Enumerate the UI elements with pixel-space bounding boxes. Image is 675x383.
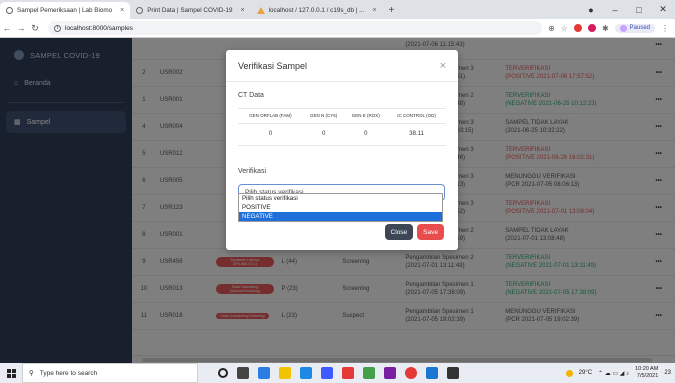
search-placeholder: Type here to search xyxy=(39,369,98,377)
vscode-icon[interactable] xyxy=(384,367,396,379)
extension-icon[interactable] xyxy=(587,24,596,32)
maximize-icon[interactable]: □ xyxy=(627,5,651,15)
profile-dot-icon[interactable]: ● xyxy=(579,5,603,15)
ct-data-label: CT Data xyxy=(238,92,264,99)
browser-tab-1[interactable]: Sampel Pemeriksaan | Lab Biomo × xyxy=(0,2,131,19)
task-view-icon[interactable] xyxy=(237,367,249,379)
globe-icon xyxy=(6,7,13,14)
browser-tab-bar: Sampel Pemeriksaan | Lab Biomo × Print D… xyxy=(0,0,675,19)
warning-icon xyxy=(256,7,265,14)
close-tab-icon[interactable]: × xyxy=(240,7,244,14)
date: 7/5/2021 xyxy=(636,373,659,379)
store-icon[interactable] xyxy=(300,367,312,379)
time: 10:20 AM xyxy=(635,366,659,372)
avatar xyxy=(619,24,627,32)
browser-toolbar-right: ⊕ ☆ ✱ Paused ⋮ xyxy=(548,23,675,33)
ct-data-table-wrap: GEN ORFLAB (FAM) GEN N (CY5) GEN E (ROX)… xyxy=(238,108,446,146)
close-tab-icon[interactable]: × xyxy=(372,7,376,14)
edge-icon[interactable] xyxy=(258,367,270,379)
ct-header: GEN N (CY5) xyxy=(302,109,345,124)
ct-data-table: GEN ORFLAB (FAM) GEN N (CY5) GEN E (ROX)… xyxy=(238,109,446,146)
extension-icon[interactable] xyxy=(573,24,582,32)
dropdown-option-highlighted[interactable]: NEGATIVE xyxy=(239,212,442,221)
search-icon: ⚲ xyxy=(29,370,34,377)
back-icon[interactable]: ← xyxy=(0,23,14,33)
windows-start-icon[interactable] xyxy=(0,368,22,378)
clock[interactable]: 10:20 AM 7/5/2021 xyxy=(635,366,658,380)
verifikasi-dropdown: Pilih status verifikasi POSITIVE NEGATIV… xyxy=(238,193,443,222)
cortana-icon[interactable] xyxy=(218,368,228,378)
menu-icon[interactable]: ⋮ xyxy=(661,24,669,33)
star-icon[interactable]: ☆ xyxy=(561,24,568,33)
weather-icon xyxy=(565,369,573,377)
globe-icon xyxy=(136,7,144,14)
info-icon[interactable]: i xyxy=(54,24,61,32)
taskbar: ⚲ Type here to search 29°C ⌃ ☁ ▭ ◢ ♪ 10:… xyxy=(0,363,675,383)
tab-label: Sampel Pemeriksaan | Lab Biomo xyxy=(17,7,113,14)
dropdown-option[interactable]: POSITIVE xyxy=(239,203,442,212)
chrome-icon[interactable] xyxy=(405,367,417,379)
new-tab-button[interactable]: + xyxy=(382,2,400,19)
zoom-icon[interactable]: ⊕ xyxy=(548,24,555,33)
browser-tab-2[interactable]: Print Data | Sampel COVID-19 × xyxy=(130,2,250,19)
verifikasi-label: Verifikasi xyxy=(238,168,267,175)
ct-value: 0 xyxy=(302,123,345,146)
minimize-icon[interactable]: – xyxy=(603,5,627,15)
close-button[interactable]: Close xyxy=(384,224,414,240)
close-window-icon[interactable]: ✕ xyxy=(651,4,675,15)
app-icon[interactable] xyxy=(426,367,438,379)
url-field[interactable]: i localhost:8000/samples xyxy=(48,21,543,35)
taskbar-search[interactable]: ⚲ Type here to search xyxy=(22,363,198,383)
browser-tab-3[interactable]: localhost / 127.0.0.1 / c19s_db | ... × xyxy=(251,2,383,19)
puzzle-icon[interactable]: ✱ xyxy=(602,24,609,33)
save-button[interactable]: Save xyxy=(417,224,444,240)
tab-label: localhost / 127.0.0.1 / c19s_db | ... xyxy=(268,7,365,14)
system-tray: 29°C ⌃ ☁ ▭ ◢ ♪ 10:20 AM 7/5/2021 23 xyxy=(565,363,671,383)
modal-header: Verifikasi Sampel × xyxy=(226,50,458,82)
file-explorer-icon[interactable] xyxy=(279,367,291,379)
ct-header: GEN E (ROX) xyxy=(344,109,388,124)
ct-header: GEN ORFLAB (FAM) xyxy=(238,109,303,124)
ct-value: 38.11 xyxy=(387,123,446,146)
profile-label: Paused xyxy=(629,25,650,31)
photos-icon[interactable] xyxy=(447,367,459,379)
modal-title: Verifikasi Sampel xyxy=(238,60,308,71)
temperature[interactable]: 29°C xyxy=(579,370,592,376)
address-bar-row: ← → ↻ i localhost:8000/samples ⊕ ☆ ✱ Pau… xyxy=(0,19,675,38)
url-text: localhost:8000/samples xyxy=(65,24,133,32)
ct-value: 0 xyxy=(344,123,388,146)
ct-header: IC CONTROL (OD) xyxy=(387,109,446,124)
profile-button[interactable]: Paused xyxy=(614,23,655,33)
tray-icons[interactable]: ⌃ ☁ ▭ ◢ ♪ xyxy=(598,370,629,377)
ct-value: 0 xyxy=(238,123,303,146)
forward-icon[interactable]: → xyxy=(14,23,28,33)
close-tab-icon[interactable]: × xyxy=(120,7,124,14)
app-icon[interactable] xyxy=(342,367,354,379)
tab-label: Print Data | Sampel COVID-19 xyxy=(147,7,233,14)
app-icon[interactable] xyxy=(363,367,375,379)
app: SAMPEL COVID-19 ⌂ Beranda ▦ Sampel (2021… xyxy=(0,38,675,363)
reload-icon[interactable]: ↻ xyxy=(28,23,42,34)
taskbar-apps xyxy=(218,367,459,379)
dropdown-option[interactable]: Pilih status verifikasi xyxy=(239,194,442,203)
modal-footer: Close Save xyxy=(384,224,444,240)
notification-icon[interactable]: 23 xyxy=(664,370,671,376)
close-icon[interactable]: × xyxy=(440,60,446,72)
window-controls: ● – □ ✕ xyxy=(579,0,675,19)
mail-icon[interactable] xyxy=(321,367,333,379)
